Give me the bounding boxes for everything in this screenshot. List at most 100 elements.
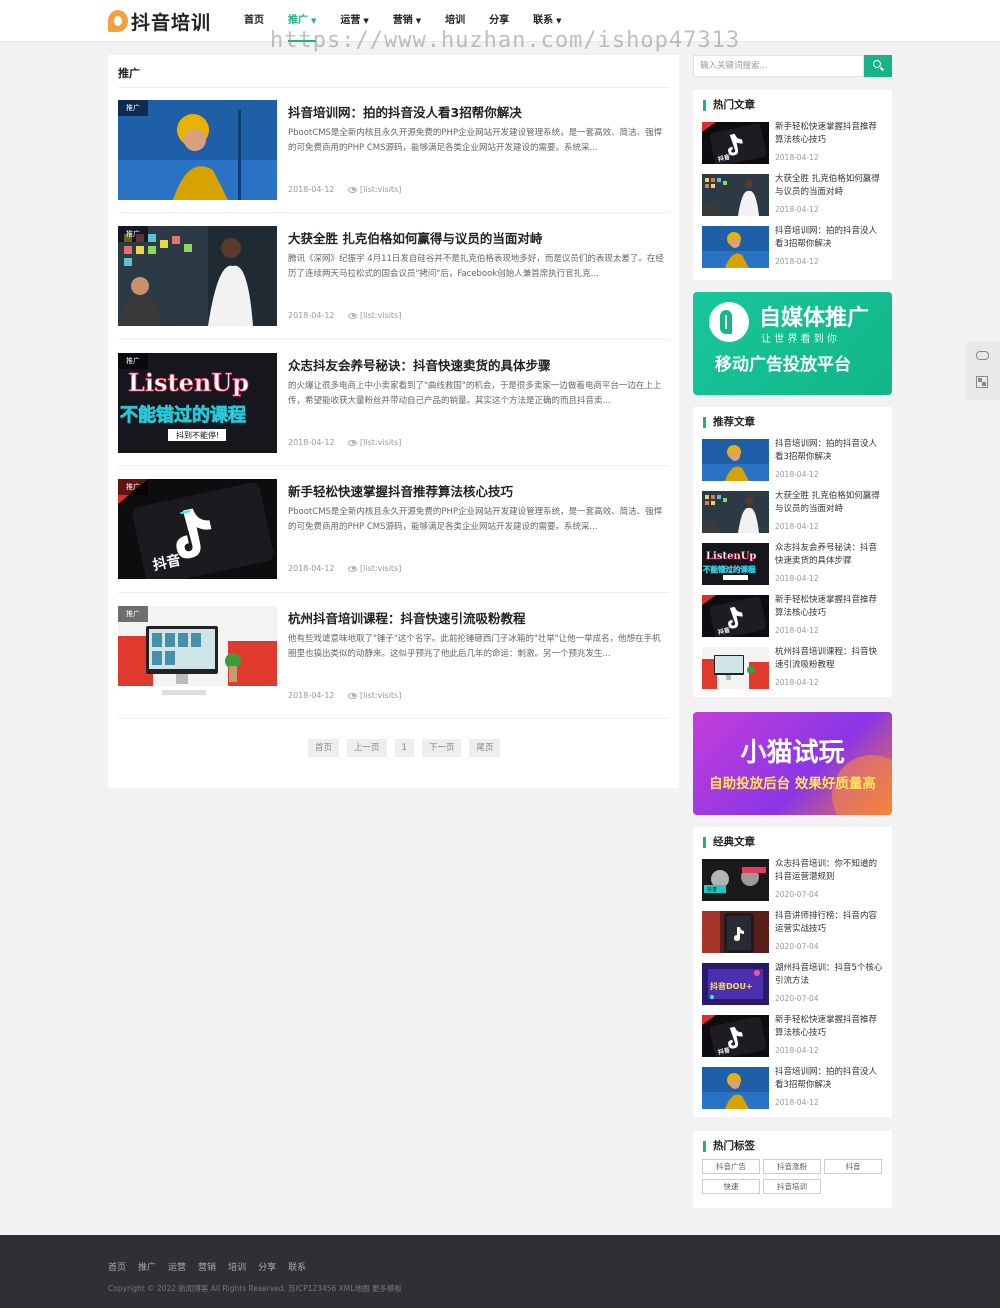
list-item[interactable]: 众志抖音培训：你不知道的抖音运营潜规则 2020-07-04 <box>702 859 883 903</box>
banner-tagline: 自助投放后台 效果好质量高 <box>709 776 876 792</box>
last-page-button[interactable]: 尾页 <box>469 739 501 757</box>
article-title[interactable]: 新手轻松快速掌握抖音推荐算法核心技巧 <box>775 121 883 147</box>
article-thumbnail[interactable]: ListenUp 不能错过的课程 抖到不能停! 推广 <box>118 353 277 453</box>
article-date: 2018-04-12 <box>775 678 819 687</box>
article-item[interactable]: 抖音 推广 新手轻松快速掌握抖音推荐算法核心技巧 PbootCMS是全新内核且永… <box>118 479 669 579</box>
widget-title: 热门文章 <box>703 100 755 111</box>
article-title[interactable]: 抖音培训网：拍的抖音没人看3招帮你解决 <box>775 438 883 464</box>
footer-link-home[interactable]: 首页 <box>108 1260 126 1273</box>
watermark: https://www.huzhan.com/ishop47313 <box>270 28 741 53</box>
list-item[interactable]: 抖音讲师排行榜：抖音内容运营实战技巧 2020-07-04 <box>702 911 883 955</box>
visits-text: [list:visits] <box>360 438 402 447</box>
list-item[interactable]: 抖音培训网：拍的抖音没人看3招帮你解决 2018-04-12 <box>702 1067 883 1111</box>
eye-icon <box>348 439 357 446</box>
category-tag: 推广 <box>118 479 148 495</box>
search-button[interactable] <box>864 55 892 77</box>
article-thumbnail[interactable] <box>702 491 769 533</box>
article-thumbnail[interactable]: 推广 <box>118 226 277 326</box>
article-thumbnail[interactable] <box>702 439 769 481</box>
list-item[interactable]: 大获全胜 扎克伯格如何赢得与议员的当面对峙 2018-04-12 <box>702 174 883 218</box>
footer-link-promotion[interactable]: 推广 <box>138 1260 156 1273</box>
article-item[interactable]: ListenUp 不能错过的课程 抖到不能停! 推广 众志抖友会养号秘诀：抖音快速卖… <box>118 353 669 453</box>
article-title[interactable]: 众志抖音培训：你不知道的抖音运营潜规则 <box>775 858 883 884</box>
footer-link-contact[interactable]: 联系 <box>288 1260 306 1273</box>
list-item[interactable]: 大获全胜 扎克伯格如何赢得与议员的当面对峙 2018-04-12 <box>702 491 883 535</box>
article-item[interactable]: 推广 杭州抖音培训课程：抖音快速引流吸粉教程 他有些戏谑意味地取了"锤子"这个名… <box>118 606 669 706</box>
article-thumbnail[interactable] <box>702 595 769 637</box>
nav-label: 培训 <box>445 15 466 26</box>
article-thumbnail[interactable]: 推广 <box>118 606 277 706</box>
article-thumbnail[interactable] <box>702 174 769 216</box>
ad-banner-media[interactable]: 自媒体推广 让 世 界 看 到 你 移动广告投放平台 <box>693 292 892 395</box>
article-title[interactable]: 抖音培训网：拍的抖音没人看3招帮你解决 <box>775 1066 883 1092</box>
search-input[interactable]: 输入关键词搜索... <box>693 55 864 77</box>
list-item[interactable]: 新手轻松快速掌握抖音推荐算法核心技巧 2018-04-12 <box>702 595 883 639</box>
article-thumbnail[interactable] <box>702 1015 769 1057</box>
widget-title: 热门标签 <box>703 1141 755 1152</box>
banner-subline: 让 世 界 看 到 你 <box>761 334 837 345</box>
article-title[interactable]: 众志抖友会养号秘诀：抖音快速卖货的具体步骤 <box>775 542 883 568</box>
logo[interactable]: 抖音培训 <box>108 8 211 34</box>
article-date: 2018-04-12 <box>288 564 335 573</box>
article-title[interactable]: 新手轻松快速掌握抖音推荐算法核心技巧 <box>775 594 883 620</box>
article-title[interactable]: 抖音培训网：拍的抖音没人看3招帮你解决 <box>288 102 522 121</box>
list-item[interactable]: 众志抖友会养号秘诀：抖音快速卖货的具体步骤 2018-04-12 <box>702 543 883 587</box>
article-item[interactable]: 推广 大获全胜 扎克伯格如何赢得与议员的当面对峙 腾讯《深网》纪振宇 4月11日… <box>118 226 669 326</box>
article-title[interactable]: 大获全胜 扎克伯格如何赢得与议员的当面对峙 <box>775 490 883 516</box>
divider <box>118 465 669 466</box>
article-thumbnail[interactable] <box>702 911 769 953</box>
list-item[interactable]: 抖音培训网：拍的抖音没人看3招帮你解决 2018-04-12 <box>702 439 883 483</box>
tag-link[interactable]: 快速 <box>702 1179 760 1194</box>
article-visits: [list:visits] <box>348 691 401 700</box>
footer-link-training[interactable]: 培训 <box>228 1260 246 1273</box>
list-item[interactable]: 新手轻松快速掌握抖音推荐算法核心技巧 2018-04-12 <box>702 1015 883 1059</box>
first-page-button[interactable]: 首页 <box>308 739 340 757</box>
next-page-button[interactable]: 下一页 <box>421 739 462 757</box>
article-title[interactable]: 抖音培训网：拍的抖音没人看3招帮你解决 <box>775 225 883 251</box>
article-item[interactable]: 推广 抖音培训网：拍的抖音没人看3招帮你解决 PbootCMS是全新内核且永久开… <box>118 100 669 200</box>
article-date: 2018-04-12 <box>288 438 335 447</box>
article-thumbnail[interactable] <box>702 647 769 689</box>
footer-link-operation[interactable]: 运营 <box>168 1260 186 1273</box>
article-thumbnail[interactable]: 推广 <box>118 100 277 200</box>
article-title[interactable]: 大获全胜 扎克伯格如何赢得与议员的当面对峙 <box>775 173 883 199</box>
article-thumbnail[interactable] <box>702 859 769 901</box>
article-thumbnail[interactable]: 抖音 推广 <box>118 479 277 579</box>
pagination: 首页 上一页 1 下一页 尾页 <box>308 739 508 757</box>
list-item[interactable]: 湖州抖音培训：抖音5个核心引流方法 2020-07-04 <box>702 963 883 1007</box>
prev-page-button[interactable]: 上一页 <box>347 739 387 757</box>
article-date: 2018-04-12 <box>288 185 335 194</box>
article-title[interactable]: 新手轻松快速掌握抖音推荐算法核心技巧 <box>775 1014 883 1040</box>
list-item[interactable]: 抖音培训网：拍的抖音没人看3招帮你解决 2018-04-12 <box>702 226 883 270</box>
article-visits: [list:visits] <box>348 185 401 194</box>
page-title: 推广 <box>118 67 140 80</box>
footer-link-marketing[interactable]: 营销 <box>198 1260 216 1273</box>
article-thumbnail[interactable] <box>702 963 769 1005</box>
tag-link[interactable]: 抖音广告 <box>702 1159 760 1174</box>
article-thumbnail[interactable] <box>702 226 769 268</box>
tag-link[interactable]: 抖音培训 <box>763 1179 821 1194</box>
list-item[interactable]: 新手轻松快速掌握抖音推荐算法核心技巧 2018-04-12 <box>702 122 883 166</box>
article-thumbnail[interactable] <box>702 122 769 164</box>
footer-link-share[interactable]: 分享 <box>258 1260 276 1273</box>
article-title[interactable]: 杭州抖音培训课程：抖音快速引流吸粉教程 <box>775 646 883 672</box>
eye-icon <box>348 312 357 319</box>
recommend-articles-widget: 推荐文章 抖音培训网：拍的抖音没人看3招帮你解决 2018-04-12 大获全胜… <box>693 407 892 697</box>
article-title[interactable]: 湖州抖音培训：抖音5个核心引流方法 <box>775 962 883 988</box>
article-thumbnail[interactable] <box>702 543 769 585</box>
article-title[interactable]: 众志抖友会养号秘诀：抖音快速卖货的具体步骤 <box>288 355 551 374</box>
article-title[interactable]: 大获全胜 扎克伯格如何赢得与议员的当面对峙 <box>288 228 542 247</box>
article-thumbnail[interactable] <box>702 1067 769 1109</box>
article-title[interactable]: 新手轻松快速掌握抖音推荐算法核心技巧 <box>288 481 513 500</box>
qrcode-icon[interactable] <box>976 376 988 388</box>
article-title[interactable]: 抖音讲师排行榜：抖音内容运营实战技巧 <box>775 910 883 936</box>
list-item[interactable]: 杭州抖音培训课程：抖音快速引流吸粉教程 2018-04-12 <box>702 647 883 691</box>
nav-item-home[interactable]: 首页 <box>244 0 264 42</box>
chat-icon[interactable] <box>976 351 989 360</box>
ad-banner-trial[interactable]: 小猫试玩 自助投放后台 效果好质量高 <box>693 712 892 815</box>
page-number-button[interactable]: 1 <box>394 739 414 757</box>
article-date: 2018-04-12 <box>775 1046 819 1055</box>
tag-link[interactable]: 抖音涨粉 <box>763 1159 821 1174</box>
tag-link[interactable]: 抖音 <box>824 1159 882 1174</box>
article-title[interactable]: 杭州抖音培训课程：抖音快速引流吸粉教程 <box>288 608 526 627</box>
